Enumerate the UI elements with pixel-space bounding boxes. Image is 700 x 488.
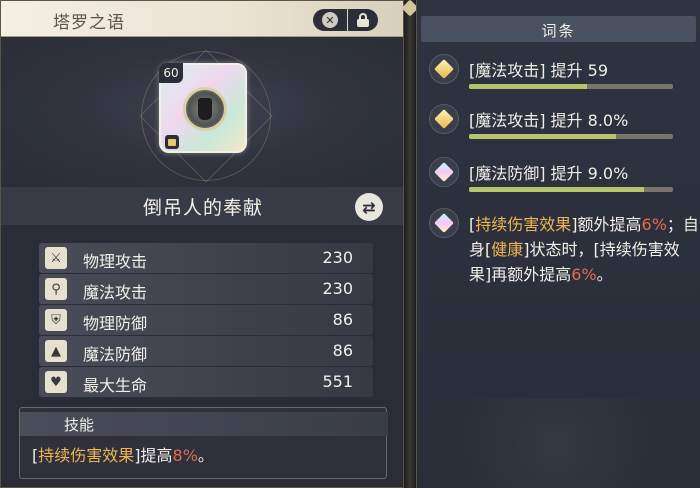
lock-button[interactable] [348,9,378,31]
special-entry-text: [持续伤害效果]额外提高6%；自身[健康]状态时，[持续伤害效果]再额外提高6%… [469,215,699,284]
swap-button[interactable]: ⇄ [355,193,383,221]
skill-effect-keyword[interactable]: 持续伤害效果 [38,446,134,465]
card-showcase: 60 [1,37,403,187]
swap-icon: ⇄ [362,197,376,217]
entry-progress-fill [469,134,616,139]
stat-label: 魔法攻击 [83,283,148,302]
card-lock-icon [165,135,179,149]
gold-gem-icon [429,54,459,84]
stat-row-max-hp: ♥ 最大生命 551 [39,367,373,397]
stat-value: 230 [322,248,353,267]
card-name-bar: 倒吊人的奉献 ⇄ [1,187,403,225]
stat-label: 物理防御 [83,314,148,333]
stat-label: 最大生命 [83,376,148,395]
card-medallion [183,87,227,131]
stat-label: 物理攻击 [83,252,148,271]
close-button[interactable]: ✕ [313,9,347,31]
heart-icon: ♥ [45,371,67,393]
gold-gem-icon [429,104,459,134]
entry-progress-bar [469,84,673,89]
sword-icon: ⚔ [45,247,67,269]
tarot-card-icon[interactable]: 60 [159,63,247,153]
stat-value: 230 [322,279,353,298]
entry-text: [魔法防御] 提升 9.0% [469,164,629,183]
entry-progress-fill [469,187,645,192]
skill-title: 技能 [64,416,95,434]
effect-keyword[interactable]: 持续伤害效果 [475,215,571,234]
card-detail-panel: 塔罗之语 ✕ 60 倒吊人的奉献 ⇄ ⚔ 物理攻击 230 ⚲ 魔法攻击 230… [0,0,404,488]
stat-row-physical-defense: ⛨ 物理防御 86 [39,305,373,335]
card-level-badge: 60 [159,63,183,83]
status-keyword[interactable]: 健康 [491,240,523,259]
entry-progress-bar [469,134,673,139]
stat-row-physical-attack: ⚔ 物理攻击 230 [39,243,373,273]
background-decoration [416,398,700,488]
panel-divider [404,0,416,488]
skill-percent: 8% [172,446,198,465]
close-icon: ✕ [322,12,338,28]
shield-icon: ⛨ [45,309,67,331]
entry-progress-bar [469,187,673,192]
entries-header: 词条 [421,16,696,42]
entry-text: [魔法攻击] 提升 8.0% [469,111,629,130]
stat-value: 86 [332,341,353,360]
entry-text: [魔法攻击] 提升 59 [469,61,609,80]
stat-value: 551 [322,372,353,391]
skill-header: 技能 [20,412,388,436]
stats-list: ⚔ 物理攻击 230 ⚲ 魔法攻击 230 ⛨ 物理防御 86 ▲ 魔法防御 8… [39,243,373,397]
prism-gem-icon [429,208,459,238]
wizard-hat-icon: ▲ [45,340,67,362]
wand-icon: ⚲ [45,278,67,300]
panel-title: 塔罗之语 [53,13,125,33]
card-name: 倒吊人的奉献 [142,197,263,219]
stat-label: 魔法防御 [83,345,148,364]
stat-row-magic-defense: ▲ 魔法防御 86 [39,336,373,366]
entry-progress-fill [469,84,588,89]
stat-value: 86 [332,310,353,329]
prism-gem-icon [429,157,459,187]
lock-icon [357,13,369,27]
skill-section: 技能 [持续伤害效果]提高8%。 [19,407,388,479]
entries-title: 词条 [541,22,576,40]
stat-row-magic-attack: ⚲ 魔法攻击 230 [39,274,373,304]
panel-title-bar: 塔罗之语 ✕ [1,1,403,37]
skill-description: [持续伤害效果]提高8%。 [32,446,214,465]
